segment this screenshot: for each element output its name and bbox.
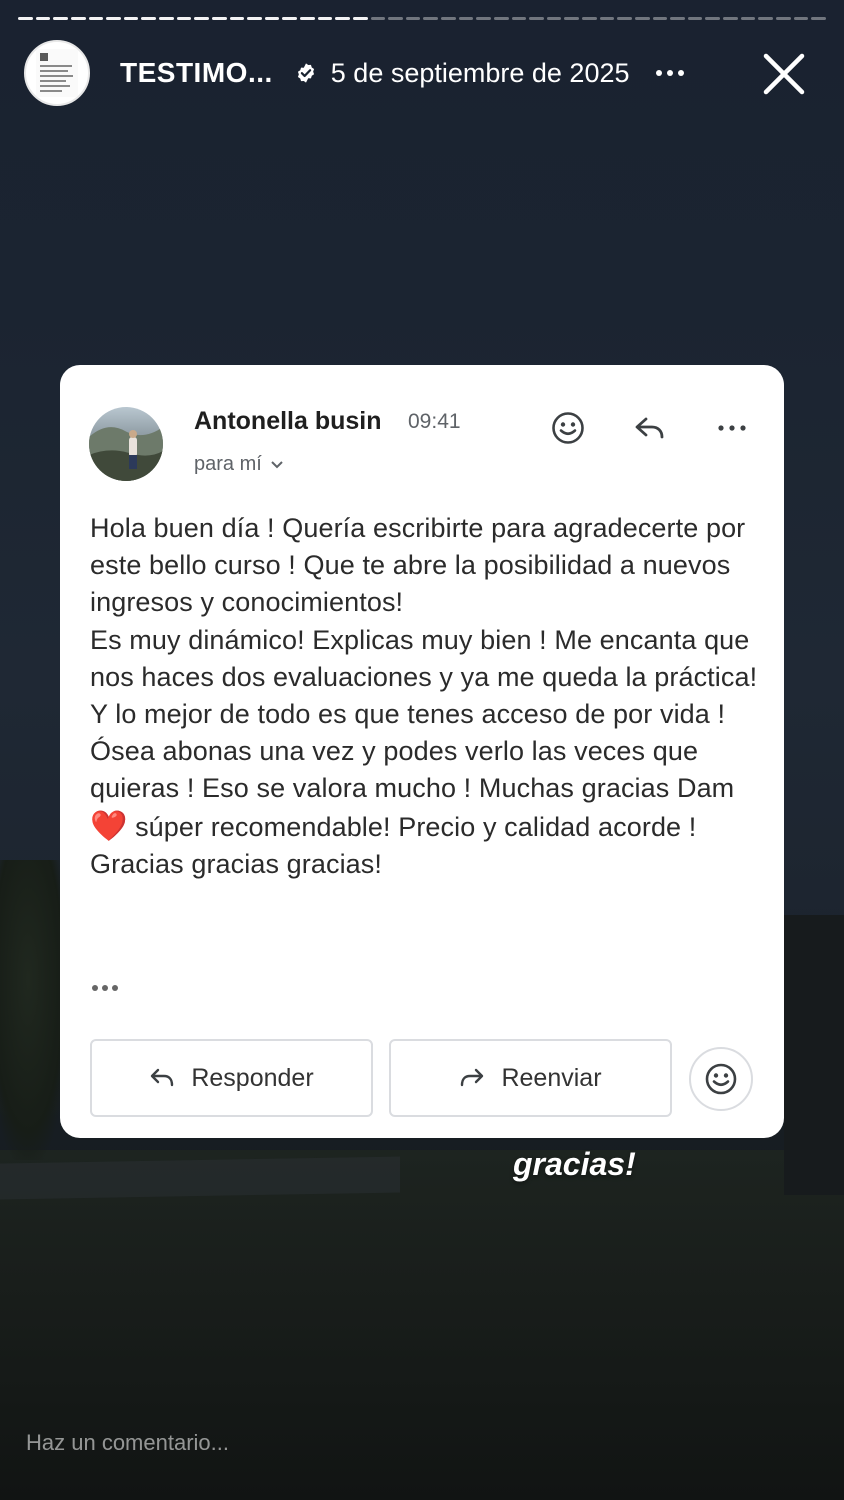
progress-segment xyxy=(423,17,438,20)
progress-segment xyxy=(740,17,756,20)
reply-button-label: Responder xyxy=(191,1063,314,1092)
progress-segment xyxy=(634,17,650,20)
progress-segment xyxy=(582,17,597,20)
story-progress-bar xyxy=(18,17,826,21)
progress-segment xyxy=(141,17,156,20)
recipient-label: para mí xyxy=(194,453,262,475)
progress-segment xyxy=(405,17,421,20)
progress-segment xyxy=(705,17,720,20)
email-paragraph-2-text: Es muy dinámico! Explicas muy bien ! Me … xyxy=(90,624,758,804)
more-options-icon[interactable] xyxy=(655,70,684,76)
progress-segment xyxy=(670,17,685,20)
progress-segment xyxy=(388,17,403,20)
story-date: 5 de septiembre de 2025 xyxy=(330,57,630,88)
story-avatar-thumbnail xyxy=(36,49,78,97)
progress-segment xyxy=(775,17,791,20)
progress-segment xyxy=(194,17,209,20)
progress-segment xyxy=(811,17,826,20)
background-building xyxy=(784,915,844,1195)
forward-arrow-icon xyxy=(461,1068,484,1087)
progress-segment xyxy=(758,17,773,20)
progress-segment xyxy=(652,17,668,20)
progress-segment xyxy=(793,17,809,20)
email-time: 09:41 xyxy=(408,410,461,433)
heart-emoji-icon: ❤️ xyxy=(90,809,128,843)
progress-segment xyxy=(282,17,297,20)
add-reaction-button[interactable] xyxy=(689,1047,753,1111)
progress-segment xyxy=(441,17,456,20)
progress-segment xyxy=(352,17,368,20)
email-body: Hola buen día ! Quería escribirte para a… xyxy=(90,510,770,883)
progress-segment xyxy=(529,17,544,20)
emoji-reaction-icon[interactable] xyxy=(551,411,585,445)
progress-segment xyxy=(106,17,121,20)
progress-segment xyxy=(53,17,68,20)
progress-segment xyxy=(300,17,315,20)
progress-segment xyxy=(35,17,51,20)
progress-segment xyxy=(370,17,386,20)
story-header: TESTIMO... 5 de septiembre de 2025 xyxy=(24,40,826,106)
email-card: Antonella busin 09:41 para mí Hola buen … xyxy=(60,365,784,1138)
recipient-dropdown[interactable]: para mí xyxy=(194,453,284,476)
forward-button[interactable]: Reenviar xyxy=(389,1039,672,1117)
email-paragraph-2: Es muy dinámico! Explicas muy bien ! Me … xyxy=(90,622,770,883)
chevron-down-icon xyxy=(271,460,283,468)
forward-button-label: Reenviar xyxy=(501,1063,602,1092)
progress-segment xyxy=(88,17,104,20)
progress-segment xyxy=(335,17,350,20)
verified-badge-icon xyxy=(297,63,314,83)
show-trimmed-content-icon[interactable] xyxy=(92,985,118,991)
progress-segment xyxy=(70,17,86,20)
sender-photo xyxy=(89,427,163,481)
progress-segment xyxy=(264,17,280,20)
progress-segment xyxy=(123,17,139,20)
more-vert-icon[interactable] xyxy=(715,411,749,445)
email-paragraph-2-text-end: súper recomendable! Precio y calidad aco… xyxy=(90,811,697,879)
reply-button[interactable]: Responder xyxy=(90,1039,373,1117)
progress-segment xyxy=(546,17,562,20)
sender-name: Antonella busin xyxy=(194,407,382,435)
progress-segment xyxy=(511,17,527,20)
progress-segment xyxy=(617,17,632,20)
progress-segment xyxy=(211,17,227,20)
email-paragraph-1: Hola buen día ! Quería escribirte para a… xyxy=(90,513,746,618)
close-icon[interactable] xyxy=(762,52,806,96)
progress-segment xyxy=(687,17,703,20)
progress-segment xyxy=(247,17,262,20)
story-title[interactable]: TESTIMO... xyxy=(120,57,273,89)
progress-segment xyxy=(317,17,333,20)
progress-segment xyxy=(476,17,491,20)
progress-segment xyxy=(159,17,174,20)
reply-arrow-icon xyxy=(151,1068,174,1087)
smiley-icon xyxy=(705,1063,737,1095)
progress-segment xyxy=(564,17,579,20)
background-road xyxy=(0,1156,400,1200)
progress-segment xyxy=(493,17,509,20)
progress-segment xyxy=(599,17,615,20)
progress-segment xyxy=(176,17,192,20)
story-avatar[interactable] xyxy=(24,40,90,106)
story-text-sticker: gracias! xyxy=(513,1146,636,1182)
progress-segment xyxy=(18,17,33,20)
reply-icon[interactable] xyxy=(633,411,667,445)
progress-segment xyxy=(458,17,474,20)
comment-input[interactable]: Haz un comentario... xyxy=(26,1430,229,1456)
progress-segment xyxy=(723,17,738,20)
sender-avatar[interactable] xyxy=(89,407,163,481)
progress-segment xyxy=(229,17,245,20)
